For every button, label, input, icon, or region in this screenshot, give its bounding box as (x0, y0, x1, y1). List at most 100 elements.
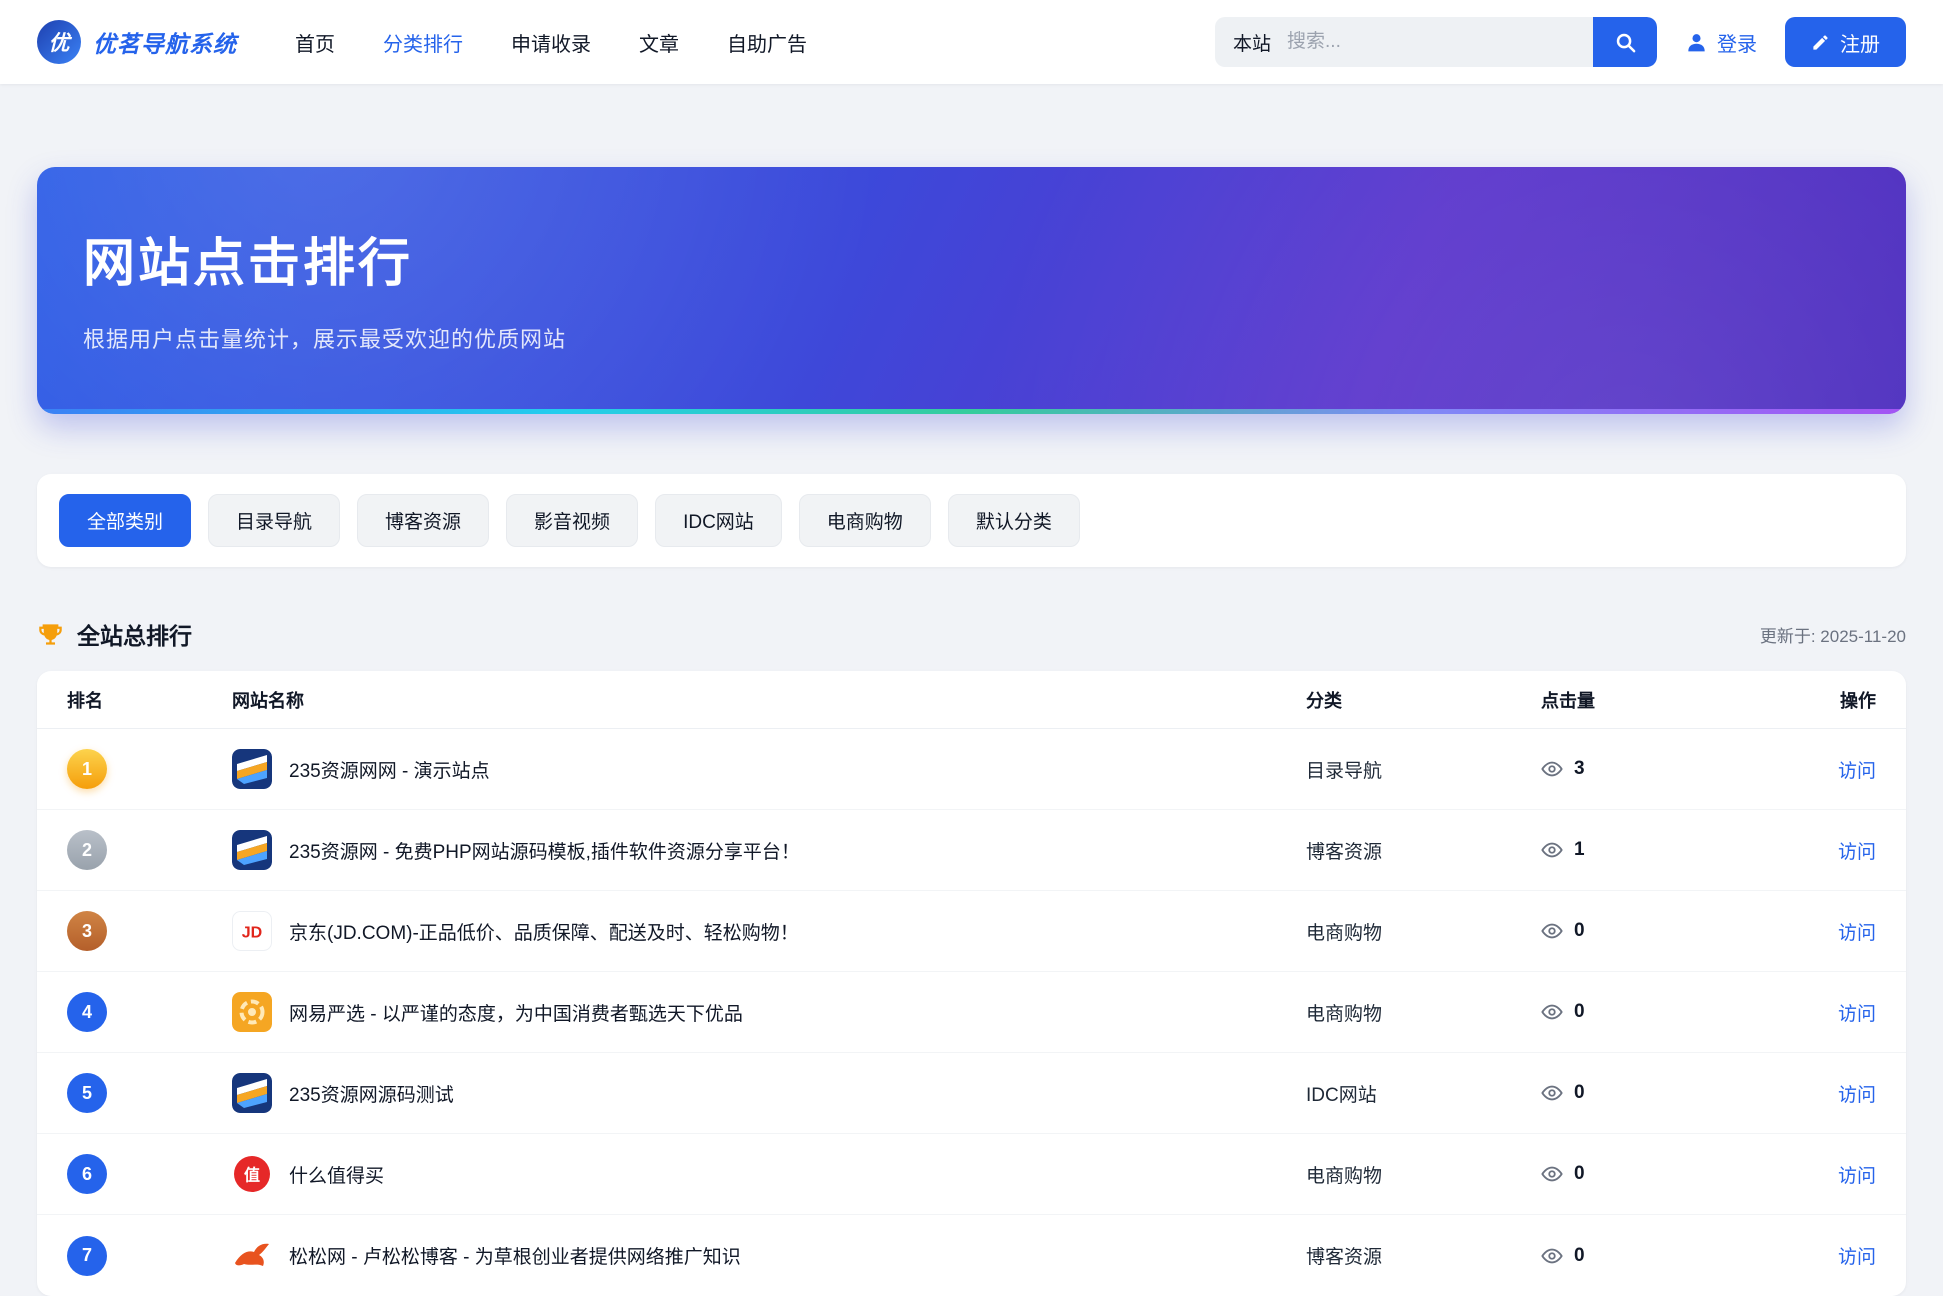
category-pill[interactable]: 影音视频 (506, 494, 638, 547)
column-header-name: 网站名称 (232, 687, 1306, 713)
songsong-fox-logo-icon (232, 1236, 272, 1276)
login-link[interactable]: 登录 (1685, 28, 1757, 57)
rank-badge: 2 (67, 830, 107, 870)
search-button[interactable] (1593, 17, 1657, 67)
clicks-count: 0 (1574, 1082, 1585, 1104)
category-pill[interactable]: IDC网站 (655, 494, 782, 547)
clicks-cell: 0 (1541, 1245, 1781, 1267)
table-row: 7 松松网 - 卢松松博客 - 为草根创业者提供网络推广知识 博客资源 0 访问 (37, 1215, 1906, 1296)
rank-cell: 2 (67, 830, 232, 870)
nav-item[interactable]: 申请收录 (511, 28, 591, 57)
user-icon (1685, 31, 1708, 54)
page-title: 网站点击排行 (83, 221, 1860, 296)
table-body: 1235资源网网 - 演示站点目录导航3访问2235资源网 - 免费PHP网站源… (37, 729, 1906, 1296)
site-name-link[interactable]: 网易严选 - 以严谨的态度，为中国消费者甄选天下优品 (289, 999, 743, 1026)
search-input[interactable] (1287, 31, 1593, 53)
visit-link[interactable]: 访问 (1838, 842, 1876, 863)
category-label: 博客资源 (1306, 837, 1541, 864)
updated-date: 更新于: 2025-11-20 (1760, 622, 1906, 647)
site-cell: 网易严选 - 以严谨的态度，为中国消费者甄选天下优品 (232, 992, 1306, 1032)
table-row: 3JD京东(JD.COM)-正品低价、品质保障、配送及时、轻松购物！电商购物0访… (37, 891, 1906, 972)
pencil-icon (1811, 33, 1830, 52)
clicks-count: 0 (1574, 1245, 1585, 1267)
category-pill[interactable]: 全部类别 (59, 494, 191, 547)
table-row: 2 235资源网 - 免费PHP网站源码模板,插件软件资源分享平台！ 博客资源 1 访问 (37, 810, 1906, 891)
visit-link[interactable]: 访问 (1838, 1004, 1876, 1025)
site-cell: 235资源网网 - 演示站点 (232, 749, 1306, 789)
site-name-link[interactable]: 什么值得买 (289, 1161, 384, 1188)
clicks-cell: 0 (1541, 920, 1781, 942)
hero-banner: 网站点击排行 根据用户点击量统计，展示最受欢迎的优质网站 (37, 167, 1906, 414)
rank-cell: 6 (67, 1154, 232, 1194)
site-cell: JD 京东(JD.COM)-正品低价、品质保障、配送及时、轻松购物！ (232, 911, 1306, 951)
visit-link[interactable]: 访问 (1838, 1247, 1876, 1268)
visit-link[interactable]: 访问 (1838, 1166, 1876, 1187)
action-cell: 访问 (1781, 999, 1876, 1026)
ranking-header: 全站总排行 更新于: 2025-11-20 (37, 617, 1906, 651)
rank-cell: 5 (67, 1073, 232, 1113)
action-cell: 访问 (1781, 1080, 1876, 1107)
visit-link[interactable]: 访问 (1838, 761, 1876, 782)
site-name-link[interactable]: 235资源网网 - 演示站点 (289, 756, 490, 783)
table-row: 6值什么值得买电商购物0访问 (37, 1134, 1906, 1215)
clicks-cell: 0 (1541, 1001, 1781, 1023)
search-bar: 本站 (1215, 17, 1657, 67)
clicks-cell: 0 (1541, 1163, 1781, 1185)
site-name-link[interactable]: 松松网 - 卢松松博客 - 为草根创业者提供网络推广知识 (289, 1242, 741, 1269)
clicks-count: 1 (1574, 839, 1585, 861)
nav-item[interactable]: 分类排行 (383, 28, 463, 57)
eye-icon (1541, 1001, 1563, 1023)
rank-badge: 6 (67, 1154, 107, 1194)
svg-text:值: 值 (244, 1166, 260, 1185)
rank-badge: 1 (67, 749, 107, 789)
clicks-count: 0 (1574, 1163, 1585, 1185)
rank-cell: 3 (67, 911, 232, 951)
category-label: 博客资源 (1306, 1242, 1541, 1269)
category-pill[interactable]: 目录导航 (208, 494, 340, 547)
eye-icon (1541, 920, 1563, 942)
site-name-link[interactable]: 235资源网源码测试 (289, 1080, 454, 1107)
visit-link[interactable]: 访问 (1838, 1085, 1876, 1106)
login-label: 登录 (1717, 28, 1757, 57)
register-button[interactable]: 注册 (1785, 17, 1906, 67)
svg-text:JD: JD (242, 925, 262, 942)
action-cell: 访问 (1781, 1242, 1876, 1269)
clicks-cell: 0 (1541, 1082, 1781, 1104)
category-pill[interactable]: 电商购物 (799, 494, 931, 547)
z235-logo-icon (232, 749, 272, 789)
register-label: 注册 (1840, 28, 1880, 57)
navbar: 优 优茗导航系统 首页 分类排行 申请收录 文章 自助广告 本站 (0, 0, 1943, 84)
clicks-cell: 1 (1541, 839, 1781, 861)
nav-item[interactable]: 首页 (295, 28, 335, 57)
brand-logo[interactable]: 优 优茗导航系统 (37, 20, 237, 64)
category-label: 电商购物 (1306, 999, 1541, 1026)
site-name-link[interactable]: 京东(JD.COM)-正品低价、品质保障、配送及时、轻松购物！ (289, 918, 799, 945)
eye-icon (1541, 839, 1563, 861)
action-cell: 访问 (1781, 756, 1876, 783)
column-header-clicks: 点击量 (1541, 687, 1781, 713)
visit-link[interactable]: 访问 (1838, 923, 1876, 944)
rank-badge: 7 (67, 1236, 107, 1276)
search-scope-select[interactable]: 本站 (1215, 29, 1287, 56)
search-icon (1614, 31, 1637, 54)
table-row: 5235资源网源码测试IDC网站0访问 (37, 1053, 1906, 1134)
ranking-title: 全站总排行 (77, 617, 192, 651)
site-cell: 235资源网源码测试 (232, 1073, 1306, 1113)
z235-logo-icon (232, 1073, 272, 1113)
site-name-link[interactable]: 235资源网 - 免费PHP网站源码模板,插件软件资源分享平台！ (289, 837, 800, 864)
action-cell: 访问 (1781, 837, 1876, 864)
site-cell: 值 什么值得买 (232, 1154, 1306, 1194)
eye-icon (1541, 1245, 1563, 1267)
nav-item[interactable]: 自助广告 (727, 28, 807, 57)
brand-icon: 优 (37, 20, 81, 64)
nav-item[interactable]: 文章 (639, 28, 679, 57)
category-pill[interactable]: 默认分类 (948, 494, 1080, 547)
table-row: 1235资源网网 - 演示站点目录导航3访问 (37, 729, 1906, 810)
jd-logo-icon: JD (232, 911, 272, 951)
action-cell: 访问 (1781, 1161, 1876, 1188)
column-header-action: 操作 (1781, 687, 1876, 713)
page-subtitle: 根据用户点击量统计，展示最受欢迎的优质网站 (83, 322, 1860, 354)
site-cell: 235资源网 - 免费PHP网站源码模板,插件软件资源分享平台！ (232, 830, 1306, 870)
category-pill[interactable]: 博客资源 (357, 494, 489, 547)
yanxuan-logo-icon (232, 992, 272, 1032)
